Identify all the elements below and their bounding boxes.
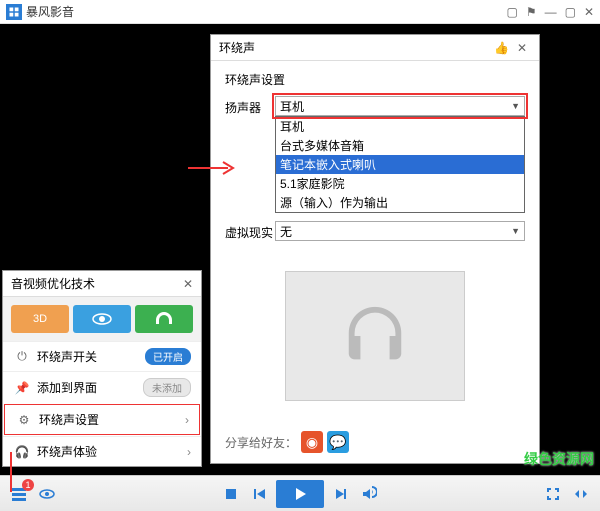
- vr-label: 虚拟现实: [225, 221, 275, 241]
- option-4[interactable]: 源（输入）作为输出: [276, 193, 524, 212]
- dialog-close-button[interactable]: ✕: [513, 41, 531, 55]
- option-2[interactable]: 笔记本嵌入式喇叭: [276, 155, 524, 174]
- next-button[interactable]: [330, 483, 352, 505]
- option-3[interactable]: 5.1家庭影院: [276, 174, 524, 193]
- chat-icon[interactable]: ▢: [506, 5, 517, 19]
- list-button[interactable]: [8, 483, 30, 505]
- maximize-button[interactable]: ▢: [565, 5, 576, 19]
- panel-close-button[interactable]: ✕: [183, 277, 193, 291]
- exp-label: 环绕声体验: [37, 443, 181, 460]
- eye-icon[interactable]: [36, 483, 58, 505]
- volume-icon[interactable]: [358, 483, 380, 505]
- add-toggle[interactable]: 未添加: [143, 378, 191, 397]
- play-button[interactable]: [276, 480, 324, 508]
- power-icon: ⏻: [13, 349, 31, 364]
- row-add-ui: 📌 添加到界面 未添加: [3, 371, 201, 403]
- app-logo-icon: [6, 4, 22, 20]
- settings-label: 环绕声设置: [39, 411, 179, 428]
- share-qq-icon[interactable]: 💬: [327, 431, 349, 453]
- preview-area: [285, 271, 465, 401]
- speaker-value: 耳机: [280, 98, 304, 115]
- vr-combobox[interactable]: 无 ▼: [275, 221, 525, 241]
- thumbs-up-icon[interactable]: 👍: [490, 41, 513, 55]
- tab-eye[interactable]: [73, 305, 131, 333]
- option-0[interactable]: 耳机: [276, 117, 524, 136]
- surround-dialog: 环绕声 👍 ✕ 环绕声设置 扬声器 耳机 ▼ 耳机 台式多媒体音箱 笔记本嵌入式…: [210, 34, 540, 464]
- av-optimize-panel: 音视频优化技术 ✕ 3D ⏻ 环绕声开关 已开启 📌 添加到界面 未添加 ⚙ 环…: [2, 270, 202, 467]
- titlebar: 暴风影音 ▢ ⚑ — ▢ ✕: [0, 0, 600, 24]
- panel-header: 音视频优化技术 ✕: [3, 271, 201, 297]
- window-controls: ▢ ⚑ — ▢ ✕: [506, 5, 594, 19]
- fullscreen-button[interactable]: [542, 483, 564, 505]
- row-surround-experience[interactable]: 🎧 环绕声体验 ›: [3, 436, 201, 466]
- headphone-icon: 🎧: [13, 445, 31, 459]
- chevron-right-icon: ›: [187, 445, 191, 459]
- panel-title: 音视频优化技术: [11, 275, 95, 292]
- switch-toggle[interactable]: 已开启: [145, 348, 191, 365]
- field-speaker: 扬声器 耳机 ▼ 耳机 台式多媒体音箱 笔记本嵌入式喇叭 5.1家庭影院 源（输…: [225, 96, 525, 213]
- dialog-header: 环绕声 👍 ✕: [211, 35, 539, 61]
- stop-button[interactable]: [220, 483, 242, 505]
- field-vr: 虚拟现实 无 ▼: [225, 221, 525, 241]
- row-surround-settings[interactable]: ⚙ 环绕声设置 ›: [4, 404, 200, 435]
- close-button[interactable]: ✕: [584, 5, 594, 19]
- pin-icon: 📌: [13, 381, 31, 395]
- flag-icon[interactable]: ⚑: [526, 5, 537, 19]
- playbar: [0, 475, 600, 511]
- share-weibo-icon[interactable]: ◉: [301, 431, 323, 453]
- chevron-down-icon: ▼: [511, 101, 520, 111]
- speaker-label: 扬声器: [225, 96, 275, 116]
- row-surround-switch: ⏻ 环绕声开关 已开启: [3, 341, 201, 371]
- app-name: 暴风影音: [26, 3, 74, 20]
- switch-label: 环绕声开关: [37, 348, 139, 365]
- headphone-preview-icon: [340, 301, 410, 371]
- section-title: 环绕声设置: [225, 71, 525, 88]
- speaker-combobox[interactable]: 耳机 ▼: [275, 96, 525, 116]
- tab-3d[interactable]: 3D: [11, 305, 69, 333]
- speaker-dropdown: 耳机 台式多媒体音箱 笔记本嵌入式喇叭 5.1家庭影院 源（输入）作为输出: [275, 116, 525, 213]
- share-row: 分享给好友： ◉ 💬: [225, 431, 349, 453]
- tab-surround[interactable]: [135, 305, 193, 333]
- option-1[interactable]: 台式多媒体音箱: [276, 136, 524, 155]
- dialog-title: 环绕声: [219, 39, 255, 56]
- chevron-right-icon: ›: [185, 413, 189, 427]
- add-label: 添加到界面: [37, 379, 137, 396]
- vr-value: 无: [280, 223, 292, 240]
- minimize-button[interactable]: —: [545, 5, 557, 19]
- panel-tabs: 3D: [3, 297, 201, 341]
- share-label: 分享给好友：: [225, 434, 297, 451]
- gear-icon: ⚙: [15, 413, 33, 427]
- prev-button[interactable]: [248, 483, 270, 505]
- chevron-down-icon: ▼: [511, 226, 520, 236]
- expand-button[interactable]: [570, 483, 592, 505]
